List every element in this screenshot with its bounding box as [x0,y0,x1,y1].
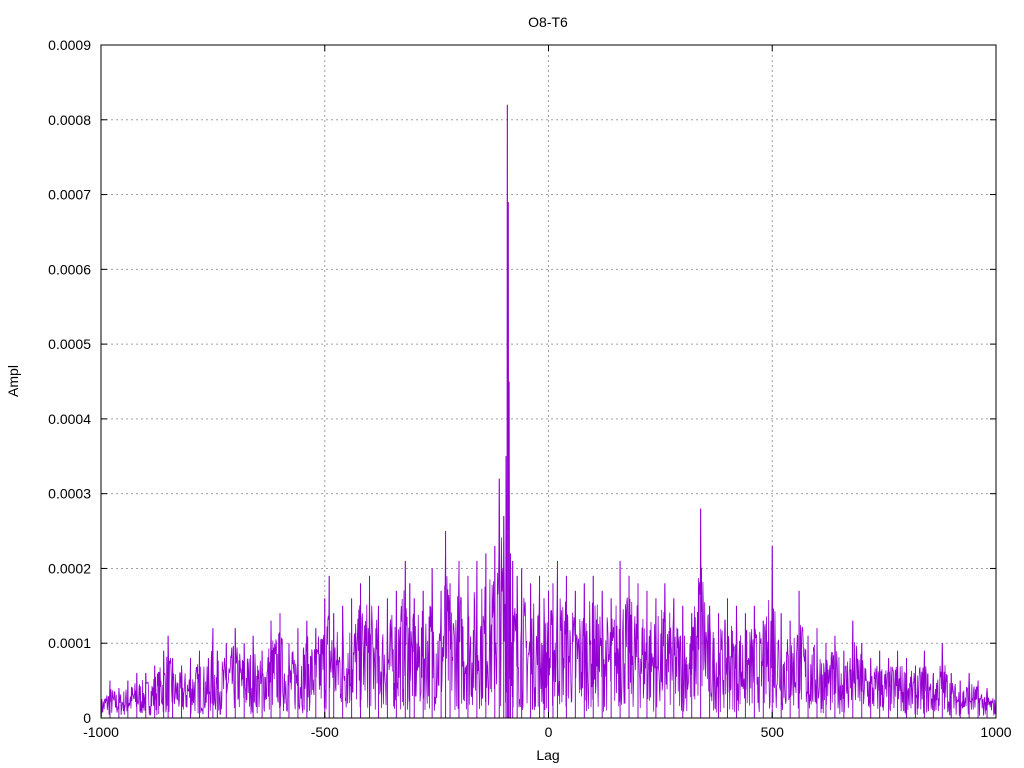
y-axis-title: Ampl [5,365,21,397]
chart: -1000 -500 0 500 1000 0 0.0001 0.0002 0.0003 0.00… [5,14,1012,763]
y-tick-label: 0.0009 [48,37,91,53]
y-tick-label: 0.0008 [48,112,91,128]
x-tick-label: -500 [311,724,339,740]
y-tick-label: 0 [83,710,91,726]
y-tick-label: 0.0006 [48,261,91,277]
y-tick-label: 0.0002 [48,560,91,576]
x-tick-label: -1000 [83,724,119,740]
x-tick-label: 500 [761,724,785,740]
x-tick-label: 1000 [980,724,1011,740]
chart-title: O8-T6 [528,14,568,30]
y-tick-label: 0.0005 [48,336,91,352]
y-tick-label: 0.0004 [48,411,91,427]
x-tick-label: 0 [545,724,553,740]
x-axis-title: Lag [536,747,559,763]
y-tick-label: 0.0001 [48,635,91,651]
y-tick-label: 0.0003 [48,486,91,502]
y-tick-label: 0.0007 [48,187,91,203]
